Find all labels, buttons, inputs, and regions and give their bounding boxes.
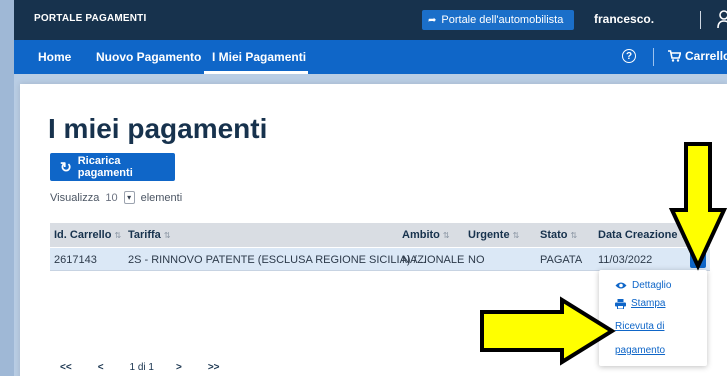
window-edge <box>0 0 14 376</box>
column-header-ambito[interactable]: Ambito ⇅ <box>402 229 450 241</box>
user-name[interactable]: francesco. <box>594 12 654 26</box>
page-size-value[interactable]: 10 <box>105 192 117 204</box>
pagination-next[interactable]: > <box>176 362 182 373</box>
column-header-urgente[interactable]: Urgente ⇅ <box>468 229 519 241</box>
pagination-last[interactable]: >> <box>208 362 220 373</box>
column-header-id[interactable]: Id. Carrello ⇅ <box>54 229 121 241</box>
show-suffix: elementi <box>140 191 183 204</box>
sort-icon: ⇅ <box>570 231 578 240</box>
brand-title: PORTALE PAGAMENTI <box>34 13 147 24</box>
column-header-stato[interactable]: Stato ⇅ <box>540 229 577 241</box>
user-icon[interactable] <box>717 9 727 29</box>
refresh-icon: ↻ <box>60 158 72 175</box>
sort-icon: ⇅ <box>114 231 122 240</box>
main-nav: Home Nuovo Pagamento I Miei Pagamenti ? … <box>14 40 727 74</box>
header-divider <box>700 11 701 29</box>
column-header-label: Urgente <box>468 229 510 241</box>
cell-urgente: NO <box>468 254 485 266</box>
cell-ambito: NAZIONALE <box>402 254 465 266</box>
menu-item-print-label: Stampa <box>631 298 666 309</box>
column-header-label: Ambito <box>402 229 440 241</box>
cell-tariffa: 2S - RINNOVO PATENTE (ESCLUSA REGIONE SI… <box>128 254 426 266</box>
menu-item-receipt[interactable]: Ricevuta di <box>615 321 664 332</box>
sort-icon: ⇅ <box>680 231 688 240</box>
eye-icon <box>615 282 627 289</box>
cell-id: 2617143 <box>54 254 97 266</box>
chevron-down-icon[interactable]: ▾ <box>123 191 135 204</box>
page-title: I miei pagamenti <box>48 113 268 144</box>
column-header-label: Data Creazione <box>598 229 678 241</box>
top-header: PORTALE PAGAMENTI ➦ Portale dell'automob… <box>14 0 727 40</box>
pagination-prev[interactable]: < <box>98 362 104 373</box>
sort-icon: ⇅ <box>163 231 171 240</box>
sign-in-icon: ➦ <box>428 14 437 26</box>
cart-button[interactable]: Carrello <box>668 49 727 63</box>
nav-my-payments[interactable]: I Miei Pagamenti <box>212 50 306 64</box>
portal-link-label: Portale dell'automobilista <box>441 14 564 26</box>
menu-item-details[interactable]: Dettaglio <box>615 280 671 291</box>
show-prefix: Visualizza <box>50 191 100 204</box>
pagination-first[interactable]: << <box>60 362 72 373</box>
table-row[interactable]: 2617143 2S - RINNOVO PATENTE (ESCLUSA RE… <box>50 248 710 271</box>
column-header-data[interactable]: Data Creazione ⇅ <box>598 229 687 241</box>
menu-item-print[interactable]: Stampa <box>615 298 665 309</box>
column-header-label: Id. Carrello <box>54 229 112 241</box>
column-header-tariffa[interactable]: Tariffa ⇅ <box>128 229 171 241</box>
printer-icon <box>615 298 626 309</box>
column-header-label: Stato <box>540 229 568 241</box>
nav-divider <box>653 48 654 66</box>
cell-data-creazione: 11/03/2022 <box>598 254 653 266</box>
chevron-down-icon: ▾ <box>695 254 701 265</box>
cell-stato: PAGATA <box>540 254 583 266</box>
reload-button-label: Ricarica pagamenti <box>77 155 133 179</box>
pagination: << < 1 di 1 > >> <box>60 362 246 373</box>
question-circle-icon[interactable]: ? <box>622 49 636 63</box>
reload-payments-button[interactable]: ↻ Ricarica pagamenti <box>50 153 175 181</box>
table-header: Id. Carrello ⇅ Tariffa ⇅ Ambito ⇅ Urgente ⇅ … <box>50 223 710 247</box>
cart-icon <box>668 50 681 62</box>
pagination-info: 1 di 1 <box>129 362 154 373</box>
page-size-control: Visualizza 10 ▾ elementi <box>50 191 182 204</box>
menu-item-details-label: Dettaglio <box>632 280 672 291</box>
cart-label: Carrello <box>685 49 727 63</box>
row-actions-menu: Dettaglio Stampa Ricevuta di pagamento <box>599 270 707 366</box>
portal-automobilista-link[interactable]: ➦ Portale dell'automobilista <box>422 10 574 30</box>
column-header-label: Tariffa <box>128 229 161 241</box>
row-actions-button[interactable]: ▾ <box>690 252 706 268</box>
sort-icon: ⇅ <box>512 231 520 240</box>
nav-home[interactable]: Home <box>38 50 71 64</box>
menu-item-receipt-line2[interactable]: pagamento <box>615 345 665 356</box>
nav-new-payment[interactable]: Nuovo Pagamento <box>96 50 201 64</box>
sort-icon: ⇅ <box>442 231 450 240</box>
active-tab-indicator <box>204 71 308 74</box>
